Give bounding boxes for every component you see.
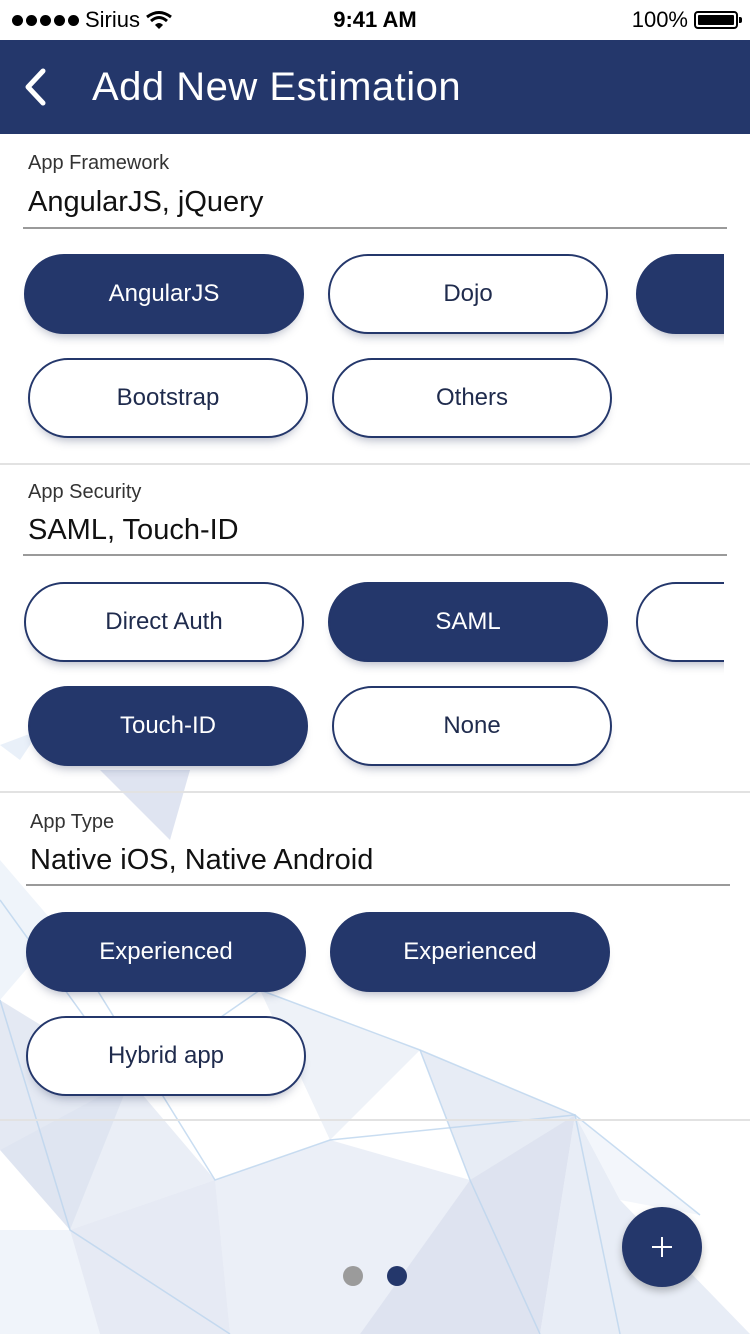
option-chip[interactable]: Direct Auth [24, 582, 304, 662]
app-security-options-row-1: Direct Auth SAML T [0, 582, 724, 682]
add-button[interactable] [622, 1207, 702, 1287]
option-chip[interactable]: AngularJS [24, 254, 304, 334]
option-chip-label: Hybrid app [107, 1042, 225, 1069]
option-chip-label: Dojo [443, 280, 493, 307]
app-security-value: SAML, Touch-ID [28, 514, 239, 546]
battery-icon [694, 11, 742, 29]
option-chip-label: Bootstrap [116, 384, 220, 411]
option-chip-label: Direct Auth [105, 608, 223, 635]
app-type-value: Native iOS, Native Android [30, 844, 374, 876]
app-type-underline [26, 884, 730, 886]
app-security-label: App Security [28, 481, 142, 503]
option-chip[interactable]: Bootstrap [28, 358, 308, 438]
option-chip-label: None [443, 712, 501, 739]
signal-strength-icon [12, 14, 79, 26]
option-chip-label: AngularJS [108, 280, 220, 307]
app-type-options-row-2: Hybrid app [0, 1016, 724, 1116]
option-chip-label: SAML [435, 608, 501, 635]
section-divider [0, 1119, 750, 1121]
option-chip-label: Experienced [99, 938, 233, 965]
option-chip[interactable]: Dojo [328, 254, 608, 334]
app-framework-underline [23, 227, 727, 229]
option-chip[interactable]: Experienced [26, 912, 306, 992]
plus-icon [652, 1237, 672, 1257]
option-chip[interactable]: Hybrid app [26, 1016, 306, 1096]
option-chip-label: Touch-ID [119, 712, 217, 739]
app-framework-value: AngularJS, jQuery [28, 186, 264, 218]
status-bar: Sirius 9:41 AM 100% [0, 0, 750, 40]
page-indicator [343, 1266, 407, 1286]
page-dot-1[interactable] [343, 1266, 363, 1286]
option-chip[interactable]: Experienced [330, 912, 610, 992]
option-chip[interactable]: SAML [328, 582, 608, 662]
option-chip[interactable] [636, 254, 724, 334]
option-chip[interactable]: Touch-ID [28, 686, 308, 766]
page-dot-2[interactable] [387, 1266, 407, 1286]
app-framework-options-row-2: Bootstrap Others [0, 358, 724, 458]
option-chip-label: Experienced [403, 938, 537, 965]
option-chip[interactable]: T [636, 582, 724, 662]
page-title: Add New Estimation [92, 64, 462, 109]
back-button[interactable] [0, 40, 70, 134]
app-type-options-row-1: Experienced Experienced [0, 912, 724, 1012]
carrier-name: Sirius [85, 7, 141, 32]
option-chip[interactable]: None [332, 686, 612, 766]
section-divider [0, 791, 750, 793]
option-chip-label: Others [435, 384, 509, 411]
app-framework-options-row-1: AngularJS Dojo [0, 254, 724, 354]
app-type-label: App Type [30, 811, 115, 833]
app-security-options-row-2: Touch-ID None [0, 686, 724, 786]
navigation-bar: Add New Estimation [0, 40, 750, 134]
section-divider [0, 463, 750, 465]
chevron-left-icon [25, 68, 46, 106]
app-security-underline [23, 554, 727, 556]
wifi-icon [146, 11, 172, 29]
app-framework-label: App Framework [28, 152, 170, 174]
option-chip[interactable]: Others [332, 358, 612, 438]
battery-percentage: 100% [631, 7, 688, 32]
